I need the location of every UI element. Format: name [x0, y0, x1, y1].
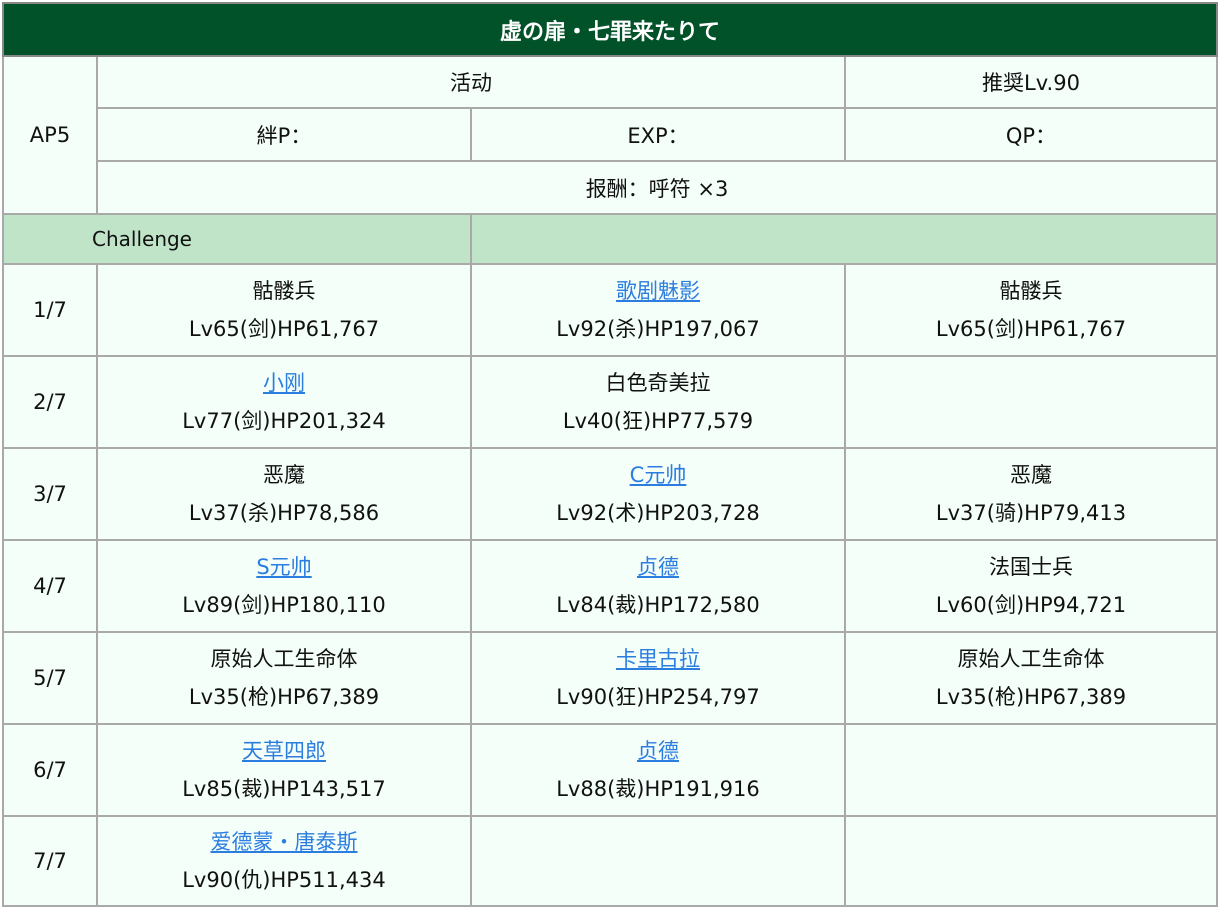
enemy-name-link[interactable]: 小刚	[263, 371, 305, 395]
enemy-cell: C元帅 Lv92(术)HP203,728	[470, 447, 846, 541]
stage-number: 1/7	[2, 263, 98, 357]
enemy-cell: 卡里古拉 Lv90(狂)HP254,797	[470, 631, 846, 725]
reward: 报酬：呼符 ×3	[95, 160, 1218, 215]
enemy-cell: 法国士兵 Lv60(剑)HP94,721	[843, 539, 1218, 633]
enemy-cell: 贞德 Lv88(裁)HP191,916	[470, 723, 846, 817]
enemy-stats: Lv65(剑)HP61,767	[935, 317, 1127, 341]
enemy-stats: Lv92(术)HP203,728	[556, 501, 760, 525]
stage-row: 2/7 小刚 Lv77(剑)HP201,324 白色奇美拉 Lv40(狂)HP77,57…	[2, 355, 1218, 449]
enemy-stats: Lv90(仇)HP511,434	[182, 868, 386, 892]
enemy-cell: S元帅 Lv89(剑)HP180,110	[96, 539, 472, 633]
enemy-name: 原始人工生命体	[210, 647, 358, 671]
enemy-cell	[843, 355, 1218, 449]
stage-number: 4/7	[2, 539, 98, 633]
recommended-level: 推奨Lv.90	[843, 55, 1218, 109]
stage-row: 1/7 骷髅兵 Lv65(剑)HP61,767 歌剧魅影 Lv92(杀)HP197,06…	[2, 263, 1218, 357]
qp-value: QP：	[843, 107, 1218, 162]
enemy-cell: 骷髅兵 Lv65(剑)HP61,767	[96, 263, 472, 357]
enemy-cell: 原始人工生命体 Lv35(枪)HP67,389	[96, 631, 472, 725]
enemy-stats: Lv35(枪)HP67,389	[935, 685, 1127, 709]
exp-value: EXP：	[470, 107, 846, 162]
enemy-name-link[interactable]: 爱德蒙・唐泰斯	[211, 830, 358, 854]
enemy-name-link[interactable]: 贞德	[637, 739, 679, 763]
quest-table: 虚の扉・七罪来たりて AP5 活动 推奨Lv.90 絆P： EXP： QP： 报…	[1, 2, 1218, 907]
enemy-cell: 骷髅兵 Lv65(剑)HP61,767	[843, 263, 1218, 357]
enemy-name: 白色奇美拉	[605, 371, 711, 395]
enemy-cell: 恶魔 Lv37(骑)HP79,413	[843, 447, 1218, 541]
stage-row: 4/7 S元帅 Lv89(剑)HP180,110 贞德 Lv84(裁)HP172,580…	[2, 539, 1218, 633]
enemy-cell: 原始人工生命体 Lv35(枪)HP67,389	[843, 631, 1218, 725]
challenge-header-blank	[469, 213, 1218, 265]
enemy-stats: Lv65(剑)HP61,767	[188, 317, 380, 341]
challenge-header: Challenge	[2, 213, 472, 265]
enemy-name-link[interactable]: C元帅	[630, 463, 687, 487]
enemy-name: 原始人工生命体	[957, 647, 1105, 671]
ap-cost: AP5	[2, 55, 98, 215]
enemy-stats: Lv84(裁)HP172,580	[556, 593, 760, 617]
stage-row: 7/7 爱德蒙・唐泰斯 Lv90(仇)HP511,434	[2, 815, 1218, 907]
enemy-cell: 白色奇美拉 Lv40(狂)HP77,579	[470, 355, 846, 449]
bond-points: 絆P：	[96, 107, 472, 162]
enemy-name-link[interactable]: 歌剧魅影	[616, 279, 700, 303]
stage-number: 2/7	[2, 355, 98, 449]
enemy-stats: Lv40(狂)HP77,579	[562, 409, 754, 433]
enemy-cell	[843, 815, 1218, 907]
stage-number: 6/7	[2, 723, 98, 817]
stage-row: 6/7 天草四郎 Lv85(裁)HP143,517 贞德 Lv88(裁)HP191,91…	[2, 723, 1218, 817]
challenge-label: Challenge	[92, 227, 192, 251]
enemy-name-link[interactable]: 天草四郎	[242, 739, 326, 763]
enemy-stats: Lv37(骑)HP79,413	[935, 501, 1127, 525]
enemy-stats: Lv60(剑)HP94,721	[935, 593, 1127, 617]
stage-row: 3/7 恶魔 Lv37(杀)HP78,586 C元帅 Lv92(术)HP203,728 恶…	[2, 447, 1218, 541]
stage-number: 5/7	[2, 631, 98, 725]
enemy-stats: Lv89(剑)HP180,110	[182, 593, 386, 617]
activity-label: 活动	[96, 55, 846, 109]
enemy-name: 恶魔	[1010, 463, 1052, 487]
enemy-name: 恶魔	[263, 463, 305, 487]
enemy-name: 骷髅兵	[999, 279, 1063, 303]
enemy-cell	[843, 723, 1218, 817]
enemy-stats: Lv88(裁)HP191,916	[556, 777, 760, 801]
enemy-cell: 爱德蒙・唐泰斯 Lv90(仇)HP511,434	[96, 815, 472, 907]
enemy-stats: Lv85(裁)HP143,517	[182, 777, 386, 801]
enemy-cell: 小刚 Lv77(剑)HP201,324	[96, 355, 472, 449]
enemy-stats: Lv90(狂)HP254,797	[556, 685, 760, 709]
enemy-cell: 天草四郎 Lv85(裁)HP143,517	[96, 723, 472, 817]
enemy-name-link[interactable]: 卡里古拉	[616, 647, 700, 671]
quest-title: 虚の扉・七罪来たりて	[1, 2, 1218, 57]
stage-number: 3/7	[2, 447, 98, 541]
stage-number: 7/7	[2, 815, 98, 907]
enemy-name-link[interactable]: S元帅	[256, 555, 311, 579]
stage-row: 5/7 原始人工生命体 Lv35(枪)HP67,389 卡里古拉 Lv90(狂)HP25…	[2, 631, 1218, 725]
enemy-stats: Lv37(杀)HP78,586	[188, 501, 380, 525]
enemy-name: 法国士兵	[989, 555, 1073, 579]
enemy-stats: Lv35(枪)HP67,389	[188, 685, 380, 709]
enemy-name-link[interactable]: 贞德	[637, 555, 679, 579]
enemy-stats: Lv77(剑)HP201,324	[182, 409, 386, 433]
enemy-cell: 贞德 Lv84(裁)HP172,580	[470, 539, 846, 633]
enemy-stats: Lv92(杀)HP197,067	[556, 317, 760, 341]
enemy-cell: 恶魔 Lv37(杀)HP78,586	[96, 447, 472, 541]
enemy-cell	[470, 815, 846, 907]
enemy-name: 骷髅兵	[252, 279, 316, 303]
enemy-cell: 歌剧魅影 Lv92(杀)HP197,067	[470, 263, 846, 357]
